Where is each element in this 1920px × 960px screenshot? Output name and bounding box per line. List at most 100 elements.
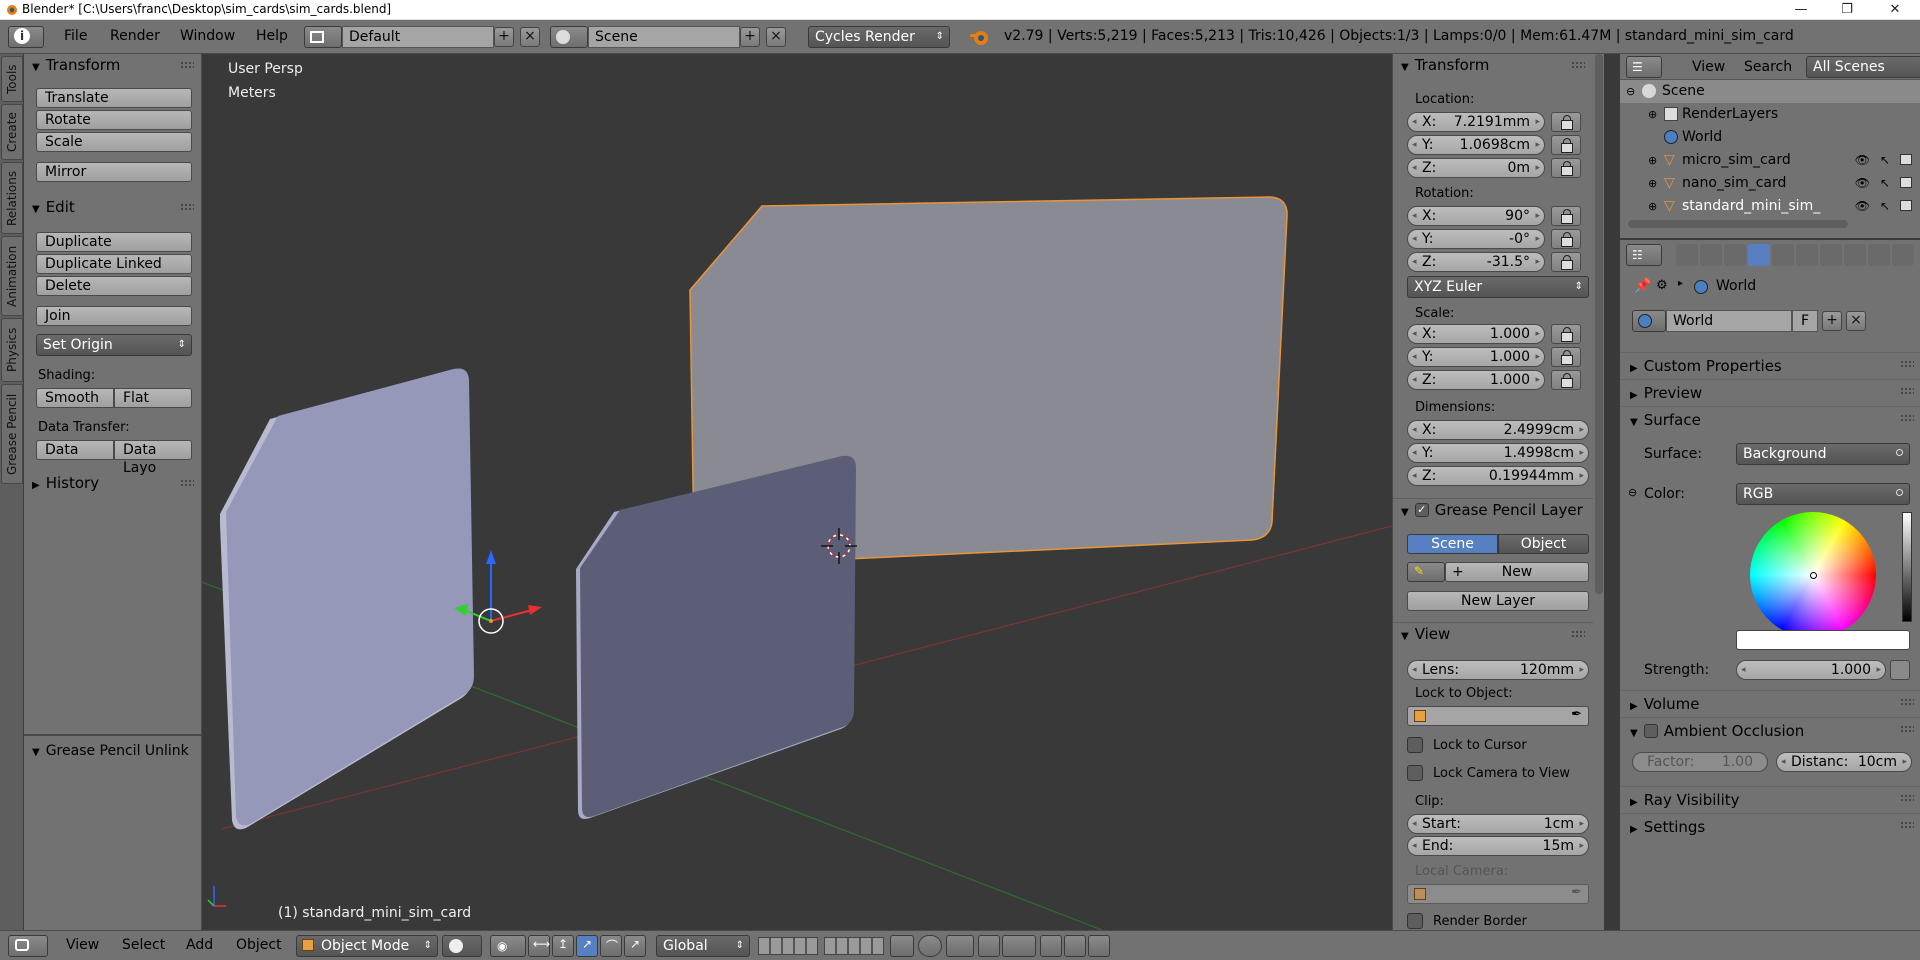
dimension-y-field[interactable]: ◂ Y: 1.4998cm ▸ (1407, 443, 1589, 463)
proportional-falloff-icon[interactable] (946, 935, 974, 957)
surface-section[interactable]: ▼ Surface (1620, 406, 1920, 432)
nano-sim-card[interactable] (580, 455, 856, 817)
lock-icon[interactable] (1551, 158, 1581, 178)
menu-window[interactable]: Window (180, 28, 235, 44)
data-layout-button[interactable]: Data Layo (114, 440, 192, 476)
rotation-y-field[interactable]: ◂ Y: -0° ▸ (1407, 229, 1545, 249)
tab-relations[interactable]: Relations (1, 162, 23, 234)
drag-handle-icon[interactable] (1571, 630, 1585, 638)
material-tab-icon[interactable] (1868, 244, 1890, 266)
cursor-select-icon[interactable]: ↖ (1880, 149, 1890, 172)
outliner-search-menu[interactable]: Search (1744, 59, 1792, 75)
screen-layout-selector[interactable] (304, 26, 342, 48)
color-wheel[interactable] (1750, 512, 1876, 638)
clip-start-field[interactable]: ◂ Start: 1cm ▸ (1407, 814, 1589, 834)
snap-target-icon[interactable] (1040, 935, 1062, 957)
join-button[interactable]: Join (36, 306, 192, 326)
object-tab-icon[interactable] (1772, 244, 1794, 266)
outliner-item-scene[interactable]: ⊖ Scene (1620, 80, 1920, 103)
menu-select[interactable]: Select (122, 937, 165, 953)
outliner-item-micro-sim-card[interactable]: ⊕ ▽ micro_sim_card 👁 ↖ (1620, 149, 1920, 172)
interaction-mode-dropdown[interactable]: Object Mode ⇕ (296, 935, 438, 957)
opengl-render-icon[interactable] (1064, 935, 1086, 957)
transform-orientation-dropdown[interactable]: Global ⇕ (656, 935, 750, 957)
scale-x-field[interactable]: ◂ X: 1.000 ▸ (1407, 324, 1545, 344)
drag-handle-icon[interactable] (180, 479, 194, 487)
location-z-field[interactable]: ◂ Z: 0m ▸ (1407, 158, 1545, 178)
snap-element-icon[interactable] (1002, 935, 1036, 957)
lock-camera-checkbox[interactable] (1407, 765, 1423, 781)
strength-field[interactable]: ◂ 1.000 ▸ (1736, 660, 1886, 680)
color-picker-handle[interactable] (1810, 572, 1817, 579)
volume-section[interactable]: ▶ Volume (1620, 690, 1920, 716)
grease-pencil-object-tab[interactable]: Object (1498, 534, 1589, 554)
viewport-shading-dropdown[interactable] (442, 935, 482, 957)
screen-layout-field[interactable]: Default (342, 26, 494, 48)
editor-type-selector[interactable]: i (8, 26, 44, 48)
world-name-field[interactable]: World (1666, 310, 1792, 332)
manipulator-toggle[interactable]: ⟷ (528, 935, 550, 957)
render-border-checkbox[interactable] (1407, 913, 1423, 929)
expand-icon[interactable]: ⊕ (1648, 172, 1657, 195)
drag-handle-icon[interactable] (1571, 61, 1585, 69)
scene-tab-icon[interactable] (1724, 244, 1746, 266)
drag-handle-icon[interactable] (180, 203, 194, 211)
minimize-button[interactable]: — (1778, 0, 1824, 20)
rotation-x-field[interactable]: ◂ X: 90° ▸ (1407, 206, 1545, 226)
eyedropper-icon[interactable]: ✒ (1571, 885, 1582, 900)
lock-icon[interactable] (1551, 324, 1581, 344)
rotate-manipulator-button[interactable]: ↗ (576, 935, 598, 957)
modifiers-tab-icon[interactable] (1820, 244, 1842, 266)
delete-button[interactable]: Delete (36, 276, 192, 296)
layers-grid[interactable] (758, 937, 818, 955)
scale-button[interactable]: Scale (36, 132, 192, 152)
outliner-hscrollbar[interactable] (1628, 220, 1848, 228)
color-value-slider[interactable] (1902, 512, 1912, 622)
view-panel-header[interactable]: ▼ View (1393, 622, 1593, 644)
expand-icon[interactable]: ⊕ (1648, 103, 1657, 126)
data-transfer-button[interactable]: Data (36, 440, 114, 460)
lock-to-object-field[interactable]: ✒ (1407, 706, 1589, 726)
color-input-dropdown[interactable]: RGB (1736, 483, 1910, 505)
pencil-icon[interactable]: ✎ (1407, 562, 1445, 582)
rotate-button[interactable]: Rotate (36, 110, 192, 130)
mirror-button[interactable]: Mirror (36, 162, 192, 182)
add-scene-button[interactable]: + (740, 27, 760, 47)
constraints-tab-icon[interactable] (1796, 244, 1818, 266)
drag-handle-icon[interactable] (1900, 414, 1914, 422)
expand-icon[interactable]: ⊕ (1648, 149, 1657, 172)
rotation-mode-dropdown[interactable]: XYZ Euler ⇕ (1407, 276, 1589, 298)
drag-handle-icon[interactable] (1900, 821, 1914, 829)
drag-handle-icon[interactable] (1900, 387, 1914, 395)
lock-icon[interactable] (1551, 135, 1581, 155)
menu-view[interactable]: View (66, 937, 99, 953)
new-grease-pencil-button[interactable]: + New (1445, 562, 1589, 582)
fake-user-button[interactable]: F (1792, 310, 1818, 332)
maximize-button[interactable]: ❐ (1824, 0, 1870, 20)
transform-panel-header[interactable]: ▼ Transform (24, 54, 202, 76)
lock-icon[interactable] (1551, 370, 1581, 390)
preview-section[interactable]: ▶ Preview (1620, 379, 1920, 405)
ao-factor-field[interactable]: Factor: 1.00 (1632, 752, 1768, 772)
menu-object[interactable]: Object (236, 937, 282, 953)
texture-tab-icon[interactable] (1892, 244, 1914, 266)
clip-end-field[interactable]: ◂ End: 15m ▸ (1407, 836, 1589, 856)
lock-icon[interactable] (1551, 347, 1581, 367)
lock-icon[interactable] (1551, 112, 1581, 132)
ray-visibility-section[interactable]: ▶ Ray Visibility (1620, 786, 1920, 812)
eyedropper-icon[interactable]: ✒ (1571, 707, 1582, 722)
manipulator-extra-button[interactable]: ↗ (624, 935, 646, 957)
outliner-view-menu[interactable]: View (1692, 59, 1725, 75)
menu-file[interactable]: File (64, 28, 87, 44)
remove-scene-button[interactable]: × (766, 27, 786, 47)
rotation-z-field[interactable]: ◂ Z: -31.5° ▸ (1407, 252, 1545, 272)
menu-help[interactable]: Help (256, 28, 288, 44)
eye-icon[interactable]: 👁 (1855, 172, 1870, 195)
lock-icon[interactable] (1551, 206, 1581, 226)
world-browse-button[interactable] (1632, 310, 1666, 332)
edit-panel-header[interactable]: ▼ Edit (24, 196, 202, 218)
opengl-animation-icon[interactable] (1088, 935, 1110, 957)
cursor-select-icon[interactable]: ↖ (1880, 195, 1890, 218)
dimension-x-field[interactable]: ◂ X: 2.4999cm ▸ (1407, 420, 1589, 440)
drag-handle-icon[interactable] (1900, 360, 1914, 368)
